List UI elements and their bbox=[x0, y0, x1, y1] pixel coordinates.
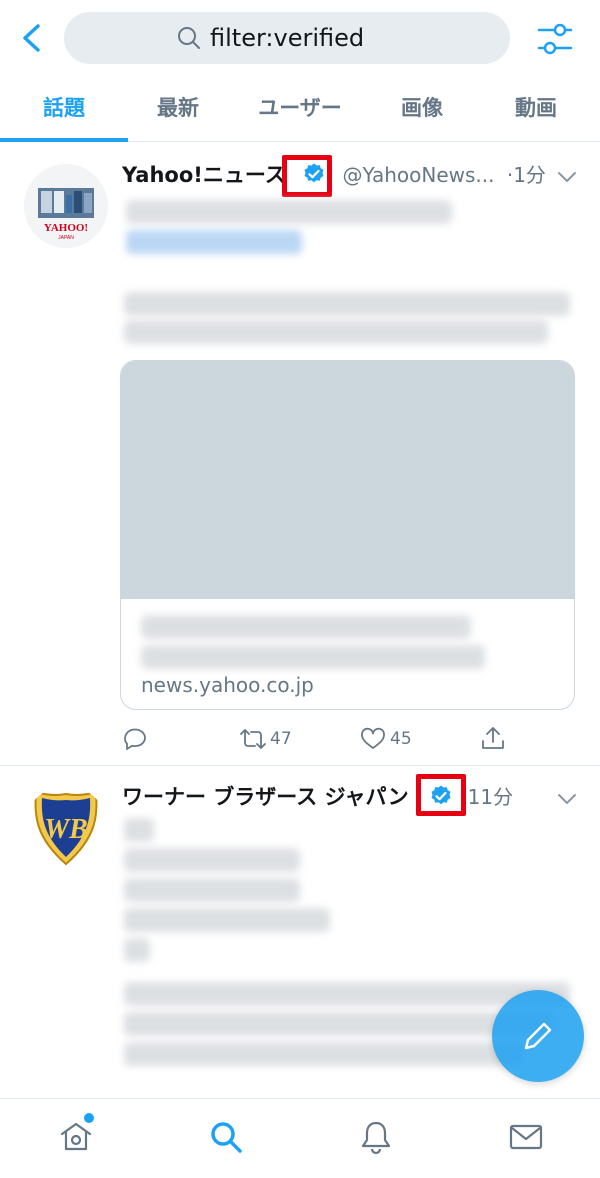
blurred-text bbox=[124, 320, 548, 344]
blurred-text bbox=[124, 982, 570, 1006]
home-icon bbox=[60, 1122, 92, 1151]
bell-icon bbox=[361, 1121, 391, 1155]
svg-text:YAHOO!: YAHOO! bbox=[44, 222, 88, 234]
bottom-nav bbox=[0, 1098, 600, 1178]
tweet-time: ·1分 bbox=[506, 163, 546, 187]
blurred-text bbox=[124, 1012, 554, 1036]
search-input[interactable]: filter:verified bbox=[64, 12, 510, 64]
share-icon bbox=[482, 727, 504, 749]
tab-top[interactable]: 話題 bbox=[0, 80, 128, 140]
retweet-button[interactable]: 47 bbox=[240, 722, 292, 756]
compose-icon bbox=[524, 1022, 552, 1050]
avatar[interactable]: YAHOO! JAPAN bbox=[24, 164, 108, 248]
author-name[interactable]: Yahoo!ニュース bbox=[122, 163, 286, 187]
compose-button[interactable] bbox=[492, 990, 584, 1082]
tweet-actions: 47 45 bbox=[122, 722, 562, 756]
sliders-icon bbox=[537, 23, 573, 55]
card-image bbox=[121, 361, 574, 599]
chevron-left-icon bbox=[23, 24, 40, 52]
tab-latest[interactable]: 最新 bbox=[128, 80, 228, 140]
tweet[interactable]: YAHOO! JAPAN Yahoo!ニュース @YahooNews... ·1… bbox=[0, 144, 600, 766]
like-button[interactable]: 45 bbox=[360, 722, 412, 756]
blurred-card-title bbox=[141, 645, 485, 669]
reply-button[interactable] bbox=[122, 722, 148, 756]
heart-icon bbox=[361, 727, 385, 749]
card-domain: news.yahoo.co.jp bbox=[141, 673, 314, 697]
highlight-box bbox=[416, 774, 466, 816]
active-tab-indicator bbox=[0, 138, 128, 142]
chevron-down-icon[interactable] bbox=[556, 788, 578, 810]
author-name[interactable]: ワーナー ブラザース ジャパン bbox=[122, 785, 409, 809]
reply-icon bbox=[124, 728, 146, 750]
search-icon bbox=[178, 27, 200, 49]
link-card[interactable]: news.yahoo.co.jp bbox=[120, 360, 575, 710]
nav-notifications[interactable] bbox=[358, 1119, 394, 1155]
nav-home[interactable] bbox=[58, 1119, 94, 1155]
blurred-text bbox=[124, 292, 570, 316]
blurred-text bbox=[124, 878, 300, 902]
blurred-text bbox=[124, 818, 154, 842]
search-query: filter:verified bbox=[210, 24, 365, 52]
author-handle: @YahooNews... bbox=[342, 163, 495, 187]
retweet-icon bbox=[240, 729, 266, 749]
blurred-text bbox=[124, 908, 330, 932]
like-count: 45 bbox=[390, 729, 412, 749]
nav-messages[interactable] bbox=[508, 1119, 544, 1155]
blurred-text bbox=[126, 200, 452, 224]
search-filter-button[interactable] bbox=[536, 20, 574, 58]
tab-images[interactable]: 画像 bbox=[372, 80, 472, 140]
tweet-time: ·11分 bbox=[461, 785, 514, 809]
tab-users[interactable]: ユーザー bbox=[232, 80, 368, 140]
blurred-link bbox=[126, 230, 302, 254]
warner-bros-logo: WB bbox=[34, 790, 98, 866]
svg-text:JAPAN: JAPAN bbox=[58, 235, 74, 241]
retweet-count: 47 bbox=[270, 729, 292, 749]
svg-text:WB: WB bbox=[44, 814, 88, 845]
tweet-header: Yahoo!ニュース @YahooNews... ·1分 bbox=[122, 160, 546, 192]
search-icon bbox=[211, 1122, 242, 1153]
notification-dot bbox=[84, 1113, 94, 1123]
blurred-text bbox=[124, 1042, 524, 1066]
avatar[interactable]: WB bbox=[24, 786, 108, 870]
back-button[interactable] bbox=[14, 20, 50, 56]
share-button[interactable] bbox=[480, 722, 506, 756]
highlight-box bbox=[282, 155, 332, 197]
blurred-card-title bbox=[141, 615, 471, 639]
nav-explore[interactable] bbox=[208, 1119, 244, 1155]
mail-icon bbox=[509, 1124, 543, 1150]
top-bar: filter:verified bbox=[0, 0, 600, 78]
blurred-text bbox=[124, 938, 150, 962]
tab-videos[interactable]: 動画 bbox=[486, 80, 586, 140]
yahoo-japan-logo: YAHOO! JAPAN bbox=[24, 164, 108, 248]
blurred-text bbox=[124, 848, 300, 872]
search-tabs: 話題 最新 ユーザー 画像 動画 bbox=[0, 80, 600, 142]
chevron-down-icon[interactable] bbox=[556, 166, 578, 188]
